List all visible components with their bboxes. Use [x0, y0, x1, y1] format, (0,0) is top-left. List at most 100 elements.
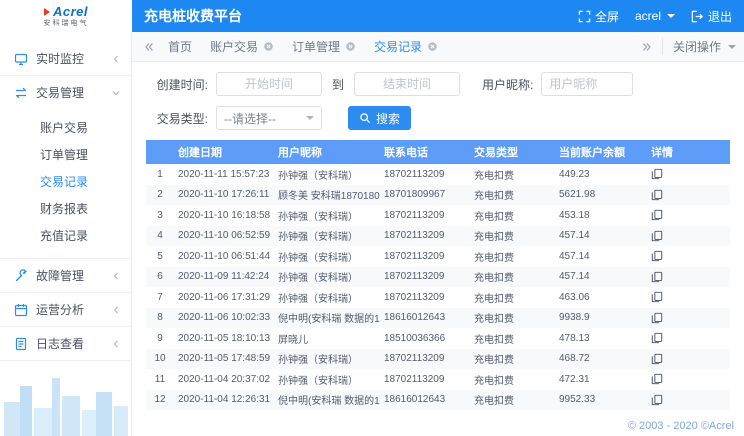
cell-detail: [647, 287, 730, 308]
cell-phone: 18616012643: [380, 308, 470, 329]
logout-label: 退出: [708, 8, 732, 25]
cell-balance: 453.18: [555, 205, 647, 226]
cell-balance: 468.72: [555, 349, 647, 370]
cell-create-date: 2020-11-10 06:52:59: [174, 226, 274, 247]
create-time-label: 创建时间:: [146, 76, 208, 93]
tab-order-management[interactable]: 订单管理: [292, 38, 356, 55]
cell-index: 2: [146, 185, 174, 206]
cell-detail: [647, 369, 730, 390]
sidebar-item-fault[interactable]: 故障管理: [0, 259, 131, 292]
sidebar-item-transaction[interactable]: 交易管理: [0, 76, 131, 109]
chevron-down-icon: [111, 88, 121, 98]
transaction-type-select[interactable]: --请选择--: [216, 106, 322, 130]
main-content: 首页账户交易订单管理交易记录 关闭操作 创建时间: 到 用户昵称: 交易类: [132, 32, 744, 436]
end-time-input[interactable]: [354, 72, 460, 96]
chevron-down-icon: [306, 116, 314, 120]
cell-phone: 18702113209: [380, 349, 470, 370]
sidebar-item-operation[interactable]: 运营分析: [0, 293, 131, 326]
copy-icon[interactable]: [651, 227, 663, 242]
tab-account-transaction[interactable]: 账户交易: [210, 38, 274, 55]
sidebar-item-monitor[interactable]: 实时监控: [0, 42, 131, 75]
table-row: 52020-11-10 06:51:44孙钟强（安科瑞）18702113209充…: [146, 246, 730, 267]
cell-create-date: 2020-11-04 20:37:02: [174, 369, 274, 390]
header-actions: 全屏 acrel 退出: [578, 0, 744, 32]
close-icon[interactable]: [263, 41, 274, 52]
nickname-input[interactable]: [541, 72, 633, 96]
cell-detail: [647, 226, 730, 247]
sidebar-subitem-recharge-record[interactable]: 充值记录: [0, 223, 131, 250]
sidebar-subitem-order-management[interactable]: 订单管理: [0, 142, 131, 169]
cell-nickname: 屏晓儿: [274, 328, 380, 349]
sidebar-subitem-transaction-record[interactable]: 交易记录: [0, 169, 131, 196]
tabs-scroll-left-button[interactable]: [140, 41, 158, 53]
logout-button[interactable]: 退出: [691, 8, 732, 25]
close-icon[interactable]: [345, 41, 356, 52]
cell-detail: [647, 349, 730, 370]
cell-index: 10: [146, 349, 174, 370]
cell-balance: 463.06: [555, 287, 647, 308]
brand-name: Acrel: [53, 5, 88, 18]
copy-icon[interactable]: [651, 391, 663, 406]
sidebar: 实时监控交易管理账户交易订单管理交易记录财务报表充值记录故障管理运营分析日志查看: [0, 32, 132, 436]
cell-type: 充电扣费: [470, 226, 555, 247]
copy-icon[interactable]: [651, 206, 663, 221]
transactions-table: 创建日期用户昵称联系电话交易类型当前账户余额详情 12020-11-11 15:…: [146, 140, 730, 410]
submenu: 账户交易订单管理交易记录财务报表充值记录: [0, 109, 131, 258]
cell-create-date: 2020-11-11 15:57:23: [174, 164, 274, 185]
sidebar-menu: 实时监控交易管理账户交易订单管理交易记录财务报表充值记录故障管理运营分析日志查看: [0, 32, 131, 361]
cell-create-date: 2020-11-09 11:42:24: [174, 267, 274, 288]
cell-index: 6: [146, 267, 174, 288]
copy-icon[interactable]: [651, 309, 663, 324]
cell-balance: 478.13: [555, 328, 647, 349]
tabs-scroll-right-button[interactable]: [638, 41, 656, 53]
menu-group: 运营分析: [0, 293, 131, 327]
copy-icon[interactable]: [651, 186, 663, 201]
tab-transaction-record[interactable]: 交易记录: [374, 38, 438, 55]
table-row: 102020-11-05 17:48:59孙钟强（安科瑞）18702113209…: [146, 349, 730, 370]
start-time-input[interactable]: [216, 72, 322, 96]
transaction-type-label: 交易类型:: [146, 110, 208, 127]
menu-group: 故障管理: [0, 259, 131, 293]
copy-icon[interactable]: [651, 268, 663, 283]
table-row: 72020-11-06 17:31:29孙钟强（安科瑞）18702113209充…: [146, 287, 730, 308]
sidebar-item-log[interactable]: 日志查看: [0, 327, 131, 360]
copy-icon[interactable]: [651, 350, 663, 365]
fullscreen-button[interactable]: 全屏: [578, 8, 619, 25]
cell-detail: [647, 164, 730, 185]
cell-index: 12: [146, 390, 174, 411]
sidebar-item-label: 日志查看: [36, 335, 84, 352]
cell-type: 充电扣费: [470, 328, 555, 349]
copy-icon[interactable]: [651, 247, 663, 262]
cell-phone: 18702113209: [380, 369, 470, 390]
search-button[interactable]: 搜索: [348, 106, 411, 130]
close-icon[interactable]: [427, 41, 438, 52]
caret-down-icon: [667, 14, 675, 18]
sidebar-subitem-account-transaction[interactable]: 账户交易: [0, 115, 131, 142]
copy-icon[interactable]: [651, 288, 663, 303]
copy-icon[interactable]: [651, 370, 663, 385]
close-operations-button[interactable]: 关闭操作: [662, 38, 736, 55]
copy-icon[interactable]: [651, 329, 663, 344]
transaction-icon: [14, 86, 28, 100]
sidebar-item-label: 运营分析: [36, 301, 84, 318]
sidebar-subitem-financial-report[interactable]: 财务报表: [0, 196, 131, 223]
cell-detail: [647, 246, 730, 267]
cell-type: 充电扣费: [470, 349, 555, 370]
cell-phone: 18702113209: [380, 205, 470, 226]
user-menu[interactable]: acrel: [635, 9, 675, 23]
cell-type: 充电扣费: [470, 390, 555, 411]
cell-create-date: 2020-11-04 12:26:31: [174, 390, 274, 411]
cell-create-date: 2020-11-05 17:48:59: [174, 349, 274, 370]
cell-nickname: 孙钟强（安科瑞）: [274, 205, 380, 226]
to-label: 到: [332, 76, 344, 93]
filter-row-1: 创建时间: 到 用户昵称:: [146, 72, 730, 96]
tab-home[interactable]: 首页: [168, 38, 192, 55]
copy-icon[interactable]: [651, 165, 663, 180]
copyright-text: © 2003 - 2020 ©Acrel: [628, 420, 734, 432]
tab-label: 账户交易: [210, 38, 258, 55]
caret-down-icon: [728, 45, 736, 49]
cell-balance: 449.23: [555, 164, 647, 185]
sidebar-item-label: 交易管理: [36, 84, 84, 101]
filter-row-2: 交易类型: --请选择-- 搜索: [146, 106, 730, 130]
monitor-icon: [14, 52, 28, 66]
